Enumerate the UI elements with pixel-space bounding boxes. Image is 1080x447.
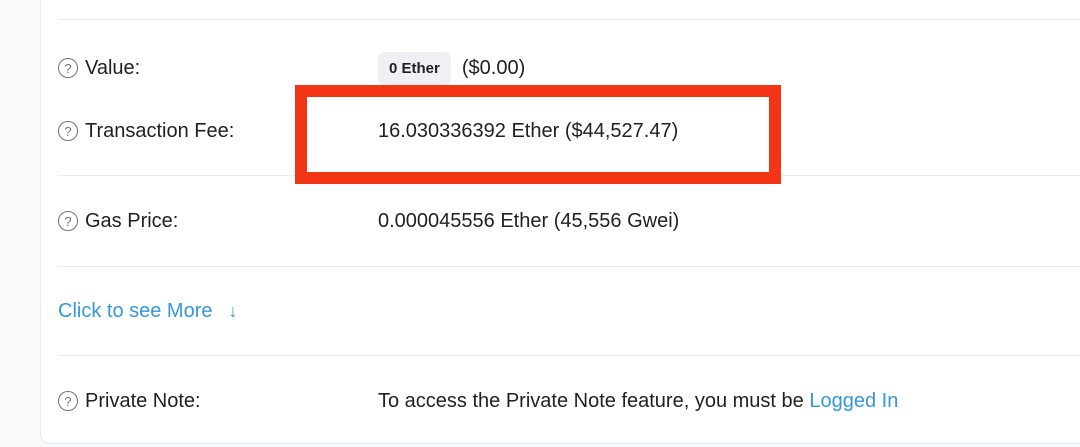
private-note-content: To access the Private Note feature, you …: [378, 390, 898, 413]
transaction-fee-label: Transaction Fee:: [85, 119, 235, 142]
help-icon[interactable]: ?: [58, 58, 78, 78]
value-content: 0 Ether ($0.00): [378, 51, 526, 85]
gas-label-group: ? Gas Price:: [58, 210, 378, 233]
private-note-row: ? Private Note: To access the Private No…: [58, 382, 1080, 420]
private-note-label: Private Note:: [85, 389, 201, 412]
value-label-group: ? Value:: [58, 57, 378, 80]
private-note-text: To access the Private Note feature, you …: [378, 389, 804, 412]
value-usd: ($0.00): [461, 56, 526, 79]
help-icon[interactable]: ?: [58, 121, 78, 141]
value-row: ? Value: 0 Ether ($0.00): [58, 48, 1080, 88]
value-label: Value:: [85, 56, 141, 79]
arrow-down-icon: ↓: [228, 300, 238, 321]
gas-price-value: 0.000045556 Ether (45,556 Gwei): [378, 209, 680, 232]
note-label-group: ? Private Note:: [58, 390, 378, 413]
gas-price-label: Gas Price:: [85, 209, 179, 232]
help-icon[interactable]: ?: [58, 391, 78, 411]
see-more-label: Click to see More: [58, 299, 213, 322]
divider: [58, 266, 1080, 267]
gas-price-row: ? Gas Price: 0.000045556 Ether (45,556 G…: [58, 202, 1080, 240]
highlight-annotation-box: [295, 85, 781, 184]
divider: [58, 355, 1080, 356]
divider-top: [58, 19, 1080, 20]
see-more-link[interactable]: Click to see More ↓: [58, 300, 238, 323]
help-icon[interactable]: ?: [58, 211, 78, 231]
logged-in-link[interactable]: Logged In: [809, 390, 898, 413]
see-more-row: Click to see More ↓: [58, 292, 1080, 330]
ether-value-badge: 0 Ether: [378, 51, 451, 85]
